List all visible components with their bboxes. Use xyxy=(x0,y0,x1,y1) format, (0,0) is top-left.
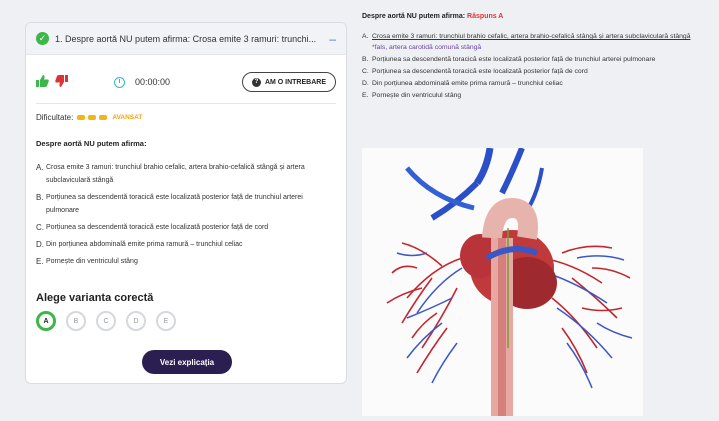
option-item: D. Din porțiunea abdominală emite prima r… xyxy=(36,238,336,251)
stopwatch-icon xyxy=(114,76,125,88)
option-text: Pornește din ventriculul stâng xyxy=(372,92,462,99)
option-letter: D. xyxy=(36,240,44,249)
question-header-text: 1. Despre aortă NU putem afirma: Crosa e… xyxy=(55,33,317,44)
option-item: E. Pornește din ventriculul stâng xyxy=(36,255,336,268)
see-explanation-button[interactable]: Vezi explicația xyxy=(142,350,232,374)
answer-label: Răspuns A xyxy=(467,13,504,20)
option-letter: D. xyxy=(362,80,369,87)
question-header[interactable]: ✓ 1. Despre aortă NU putem afirma: Crosa… xyxy=(26,23,346,55)
question-toolbar: 00:00:00 ? AM O INTREBARE xyxy=(26,67,346,97)
question-title: Despre aortă NU putem afirma: xyxy=(36,139,147,148)
option-letter: C. xyxy=(362,68,369,75)
answer-option: A. Crosa emite 3 ramuri: trunchiul brahi… xyxy=(362,31,692,53)
thumbs-up-icon[interactable] xyxy=(36,74,49,90)
choice-a[interactable]: A xyxy=(36,311,56,331)
difficulty: Dificultate: AVANSAT xyxy=(26,113,346,122)
answer-option: B. Porțiunea sa descendentă toracică este… xyxy=(362,54,692,65)
answer-options: A. Crosa emite 3 ramuri: trunchiul brahi… xyxy=(362,31,692,101)
option-text: Crosa emite 3 ramuri: trunchiul brahio c… xyxy=(46,164,305,184)
correction-note: *fals, artera carotidă comună stângă xyxy=(372,44,482,51)
option-letter: E. xyxy=(36,257,44,266)
answer-option: D. Din porțiunea abdominală emite prima r… xyxy=(362,78,692,89)
question-card: ✓ 1. Despre aortă NU putem afirma: Crosa… xyxy=(25,22,347,384)
answer-choices: A B C D E xyxy=(26,311,346,331)
option-letter: B. xyxy=(36,193,44,202)
option-item: C. Porțiunea sa descendentă toracică este… xyxy=(36,221,336,234)
divider xyxy=(36,103,336,104)
timer-value: 00:00:00 xyxy=(135,77,171,87)
option-text: Pornește din ventriculul stâng xyxy=(46,258,138,265)
option-letter: A. xyxy=(36,163,44,172)
answer-panel: Despre aortă NU putem afirma: Răspuns A … xyxy=(362,13,692,102)
answer-title: Despre aortă NU putem afirma: Răspuns A xyxy=(362,13,504,20)
collapse-icon[interactable]: – xyxy=(329,32,336,46)
option-text: Porțiunea sa descendentă toracică este l… xyxy=(46,194,303,214)
options-list: A. Crosa emite 3 ramuri: trunchiul brahio… xyxy=(26,161,346,268)
option-letter: A. xyxy=(362,33,369,40)
question-icon: ? xyxy=(251,77,261,87)
option-letter: B. xyxy=(362,56,369,63)
option-text: Din porțiunea abdominală emite prima ram… xyxy=(46,241,243,248)
option-letter: C. xyxy=(36,223,44,232)
option-text: Porțiunea sa descendentă toracică este l… xyxy=(372,56,656,63)
choice-b[interactable]: B xyxy=(66,311,86,331)
option-text: Crosa emite 3 ramuri: trunchiul brahio c… xyxy=(372,33,691,40)
thumbs-down-icon[interactable] xyxy=(55,74,68,90)
option-text: Din porțiunea abdominală emite prima ram… xyxy=(372,80,563,87)
answer-option: E. Pornește din ventriculul stâng xyxy=(362,90,692,101)
option-text: Porțiunea sa descendentă toracică este l… xyxy=(46,224,269,231)
difficulty-label: Dificultate: xyxy=(36,113,74,122)
choose-label: Alege varianta corectă xyxy=(36,292,154,304)
choice-e[interactable]: E xyxy=(156,311,176,331)
difficulty-bar xyxy=(99,115,108,120)
option-letter: E. xyxy=(362,92,369,99)
choice-d[interactable]: D xyxy=(126,311,146,331)
aorta-illustration xyxy=(362,146,643,416)
answer-option: C. Porțiunea sa descendentă toracică este… xyxy=(362,66,692,77)
ask-question-label: AM O INTREBARE xyxy=(264,78,326,86)
option-item: B. Porțiunea sa descendentă toracică este… xyxy=(36,191,336,217)
difficulty-bar xyxy=(77,115,86,120)
timer: 00:00:00 xyxy=(114,76,171,88)
option-item: A. Crosa emite 3 ramuri: trunchiul brahio… xyxy=(36,161,336,187)
option-text: Porțiunea sa descendentă toracică este l… xyxy=(372,68,588,75)
choice-c[interactable]: C xyxy=(96,311,116,331)
ask-question-button[interactable]: ? AM O INTREBARE xyxy=(241,72,336,92)
check-circle-icon: ✓ xyxy=(36,32,49,45)
difficulty-level: AVANSAT xyxy=(112,114,143,121)
difficulty-bar xyxy=(88,115,97,120)
